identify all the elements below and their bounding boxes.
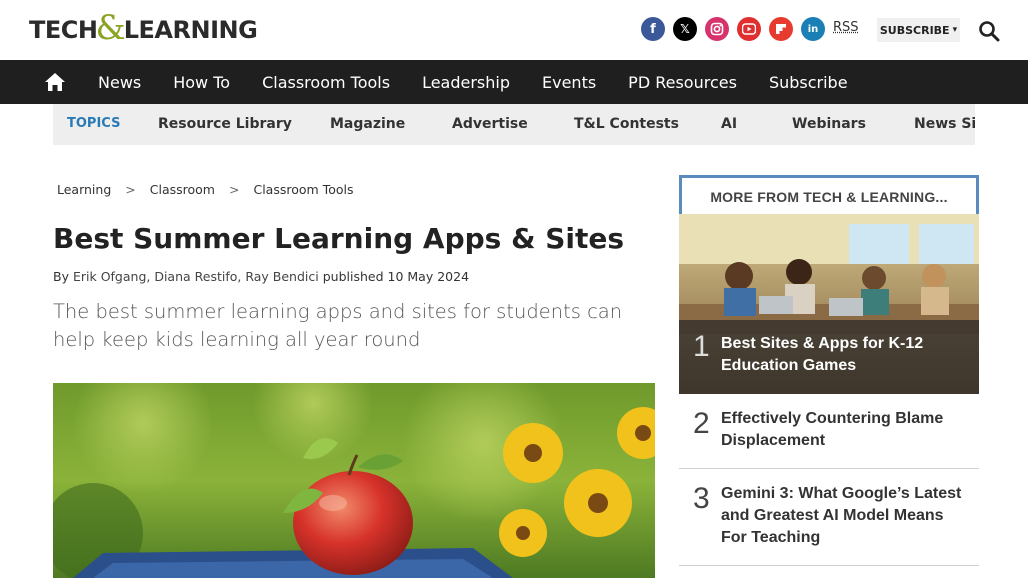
byline-prefix: By: [53, 269, 69, 284]
subscribe-label: SUBSCRIBE: [879, 23, 950, 37]
site-logo[interactable]: TECH & LEARNING: [29, 8, 258, 48]
topic-ai[interactable]: AI: [721, 116, 737, 132]
byline-date: 10 May 2024: [387, 269, 470, 284]
nav-item-classroom-tools[interactable]: Classroom Tools: [246, 60, 406, 104]
chevron-down-icon: ▾: [952, 25, 958, 35]
linkedin-icon[interactable]: in: [801, 17, 825, 41]
home-icon[interactable]: [44, 71, 66, 93]
sidebar-item-title-3[interactable]: Gemini 3: What Google’s Latest and Great…: [721, 483, 971, 549]
main-navigation: News How To Classroom Tools Leadership E…: [0, 60, 1028, 104]
breadcrumb-classroom[interactable]: Classroom: [150, 182, 215, 197]
nav-item-events[interactable]: Events: [526, 60, 612, 104]
instagram-icon[interactable]: [705, 17, 729, 41]
topics-bar: TOPICS Resource Library Magazine Adverti…: [53, 104, 975, 145]
topics-label: TOPICS: [67, 116, 121, 131]
breadcrumb-separator: >: [125, 182, 136, 197]
byline-published-prefix: published: [322, 269, 384, 284]
sidebar-heading: MORE FROM TECH & LEARNING...: [679, 175, 979, 215]
topic-webinars[interactable]: Webinars: [792, 116, 866, 132]
article-hero-image: [53, 383, 655, 578]
rank-1: 1: [693, 330, 710, 363]
sidebar-item-title-2[interactable]: Effectively Countering Blame Displacemen…: [721, 408, 961, 452]
site-header: TECH & LEARNING f 𝕏 in RSS SUBSCRIBE ▾: [0, 0, 1028, 60]
search-icon[interactable]: [977, 19, 1001, 43]
breadcrumb: Learning > Classroom > Classroom Tools: [57, 182, 353, 197]
flipboard-icon[interactable]: [769, 17, 793, 41]
social-links: f 𝕏 in: [641, 17, 833, 41]
x-twitter-icon[interactable]: 𝕏: [673, 17, 697, 41]
rss-link[interactable]: RSS: [833, 20, 859, 35]
nav-item-subscribe[interactable]: Subscribe: [753, 60, 864, 104]
youtube-icon[interactable]: [737, 17, 761, 41]
nav-item-news[interactable]: News: [82, 60, 157, 104]
subscribe-dropdown[interactable]: SUBSCRIBE ▾: [877, 18, 960, 42]
logo-text-learning: LEARNING: [123, 16, 258, 44]
breadcrumb-separator: >: [229, 182, 240, 197]
sidebar-item-title-1[interactable]: Best Sites & Apps for K-12 Education Gam…: [721, 333, 951, 377]
topic-tl-contests[interactable]: T&L Contests: [574, 116, 679, 132]
topic-news-signup[interactable]: News Sig: [914, 116, 975, 132]
nav-item-leadership[interactable]: Leadership: [406, 60, 526, 104]
topic-magazine[interactable]: Magazine: [330, 116, 405, 132]
article-title: Best Summer Learning Apps & Sites: [53, 222, 625, 255]
article-byline: By Erik Ofgang, Diana Restifo, Ray Bendi…: [53, 269, 469, 284]
article-subhead: The best summer learning apps and sites …: [53, 300, 623, 351]
logo-ampersand: &: [95, 8, 126, 48]
more-from-sidebar: MORE FROM TECH & LEARNING... 1 Best Site…: [679, 175, 979, 578]
facebook-icon[interactable]: f: [641, 17, 665, 41]
sidebar-divider: [679, 468, 979, 469]
breadcrumb-classroom-tools[interactable]: Classroom Tools: [253, 182, 353, 197]
nav-item-pd-resources[interactable]: PD Resources: [612, 60, 753, 104]
topic-advertise[interactable]: Advertise: [452, 116, 528, 132]
breadcrumb-learning[interactable]: Learning: [57, 182, 111, 197]
byline-authors[interactable]: Erik Ofgang, Diana Restifo, Ray Bendici: [73, 269, 319, 284]
rank-3: 3: [693, 482, 710, 515]
rank-2: 2: [693, 407, 710, 440]
sidebar-divider: [679, 565, 979, 566]
topic-resource-library[interactable]: Resource Library: [158, 116, 292, 132]
nav-item-how-to[interactable]: How To: [157, 60, 246, 104]
sidebar-feature-image[interactable]: 1 Best Sites & Apps for K-12 Education G…: [679, 214, 979, 394]
logo-text-tech: TECH: [29, 16, 98, 44]
